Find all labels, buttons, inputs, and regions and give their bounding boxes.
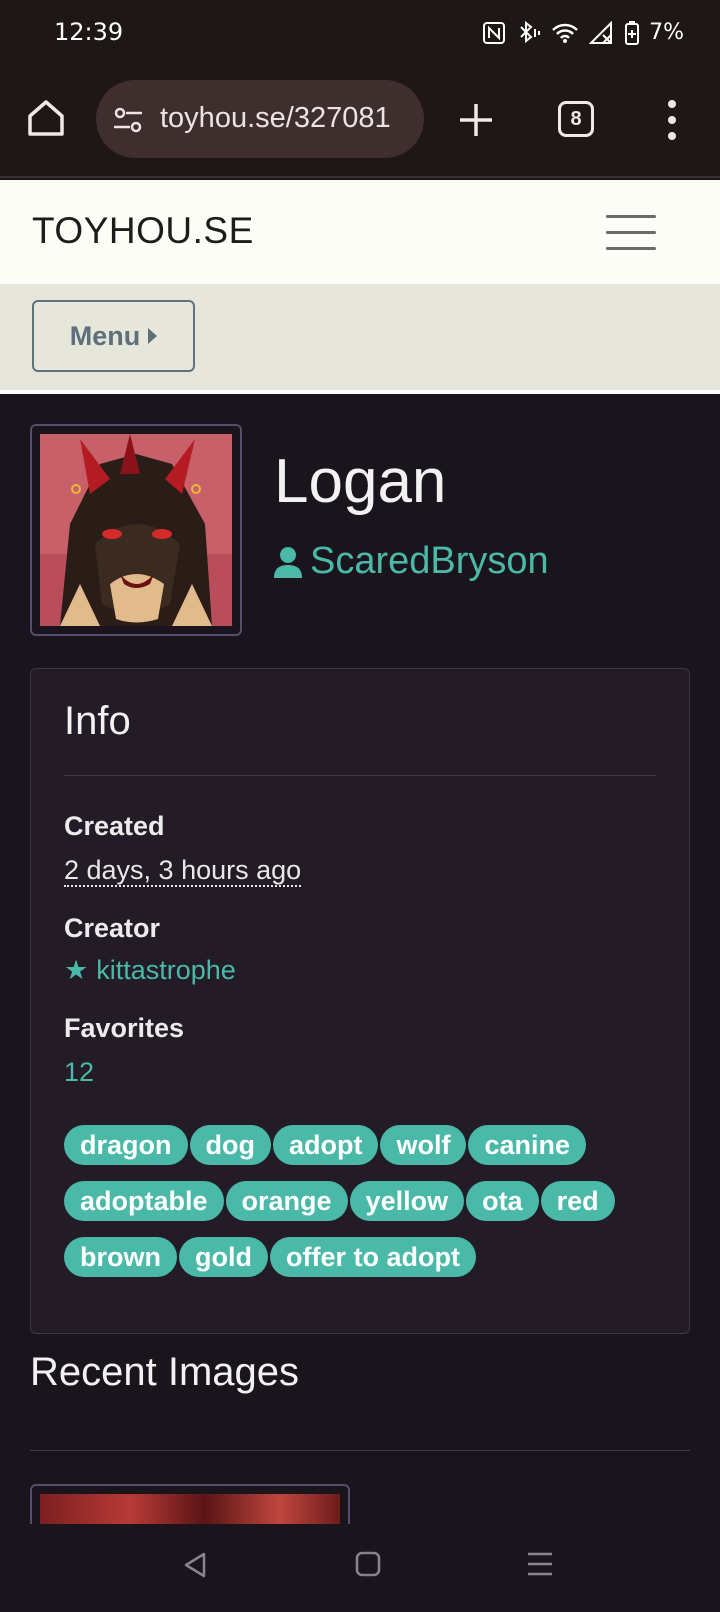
tag[interactable]: orange [225, 1181, 348, 1221]
favorites-label: Favorites [64, 1013, 185, 1043]
tag-row: dragon dog adopt wolf canine [64, 1125, 664, 1165]
more-options-icon[interactable] [662, 98, 682, 142]
owner-link[interactable]: ScaredBryson [274, 540, 549, 583]
divider [64, 775, 656, 776]
menu-bar: Menu [0, 284, 720, 390]
tag[interactable]: red [540, 1181, 615, 1221]
url-text: toyhou.se/327081 [160, 102, 391, 134]
address-bar[interactable]: toyhou.se/327081 [96, 80, 424, 158]
tag-row: adoptable orange yellow ota red [64, 1181, 664, 1221]
star-icon: ★ [64, 955, 89, 985]
character-avatar-image [40, 434, 232, 626]
recent-image-thumbnail[interactable] [30, 1484, 350, 1524]
tag[interactable]: gold [179, 1237, 268, 1277]
status-time: 12:39 [54, 18, 124, 46]
info-card: Info Created 2 days, 3 hours ago Creator… [30, 668, 690, 1334]
creator-link[interactable]: ★ kittastrophe [64, 955, 236, 986]
tag-list: dragon dog adopt wolf canine adoptable o… [64, 1125, 664, 1293]
info-title: Info [64, 699, 131, 743]
back-icon[interactable] [180, 1550, 210, 1580]
tag[interactable]: offer to adopt [269, 1237, 476, 1277]
home-nav-icon[interactable] [354, 1550, 382, 1578]
tag[interactable]: adoptable [64, 1181, 224, 1221]
tag[interactable]: dragon [64, 1125, 188, 1165]
favorites-count[interactable]: 12 [64, 1057, 94, 1088]
tag[interactable]: dog [189, 1125, 271, 1165]
tag[interactable]: yellow [349, 1181, 465, 1221]
character-avatar[interactable] [30, 424, 242, 636]
site-logo[interactable]: TOYHOU.SE [32, 210, 254, 252]
battery-percent: 7% [649, 20, 684, 45]
tag-row: brown gold offer to adopt [64, 1237, 664, 1277]
creator-label: Creator [64, 913, 161, 943]
status-bar: 12:39 7% [0, 0, 720, 66]
caret-right-icon [148, 328, 158, 344]
character-profile: Logan ScaredBryson Info Created 2 days, … [0, 394, 720, 1524]
tag[interactable]: ota [466, 1181, 539, 1221]
divider [30, 1450, 690, 1451]
system-nav-bar [0, 1524, 720, 1612]
tag[interactable]: adopt [272, 1125, 379, 1165]
home-icon[interactable] [26, 98, 66, 138]
browser-toolbar: toyhou.se/327081 8 [0, 66, 720, 178]
created-label: Created [64, 811, 165, 841]
created-value: 2 days, 3 hours ago [64, 855, 302, 887]
recent-images-title: Recent Images [30, 1350, 300, 1394]
tag[interactable]: wolf [380, 1125, 467, 1165]
signal-icon [589, 20, 613, 44]
tag[interactable]: canine [468, 1125, 587, 1165]
status-icons: 7% [483, 20, 684, 45]
tag[interactable]: brown [64, 1237, 177, 1277]
recents-icon[interactable] [526, 1550, 554, 1578]
user-icon [274, 546, 302, 578]
new-tab-icon[interactable] [456, 100, 496, 140]
owner-name: ScaredBryson [310, 540, 549, 582]
battery-icon [625, 20, 640, 45]
menu-button-label: Menu [69, 320, 141, 351]
creator-name: kittastrophe [96, 955, 236, 985]
nfc-icon [483, 21, 506, 44]
character-name: Logan [274, 447, 447, 516]
site-header: TOYHOU.SE [0, 180, 720, 284]
wifi-icon [552, 23, 578, 43]
hamburger-menu-icon[interactable] [606, 215, 656, 251]
menu-button[interactable]: Menu [32, 300, 195, 372]
tab-switcher-button[interactable]: 8 [558, 101, 594, 137]
site-settings-icon[interactable] [112, 105, 144, 135]
bluetooth-vibrate-icon [520, 20, 541, 43]
